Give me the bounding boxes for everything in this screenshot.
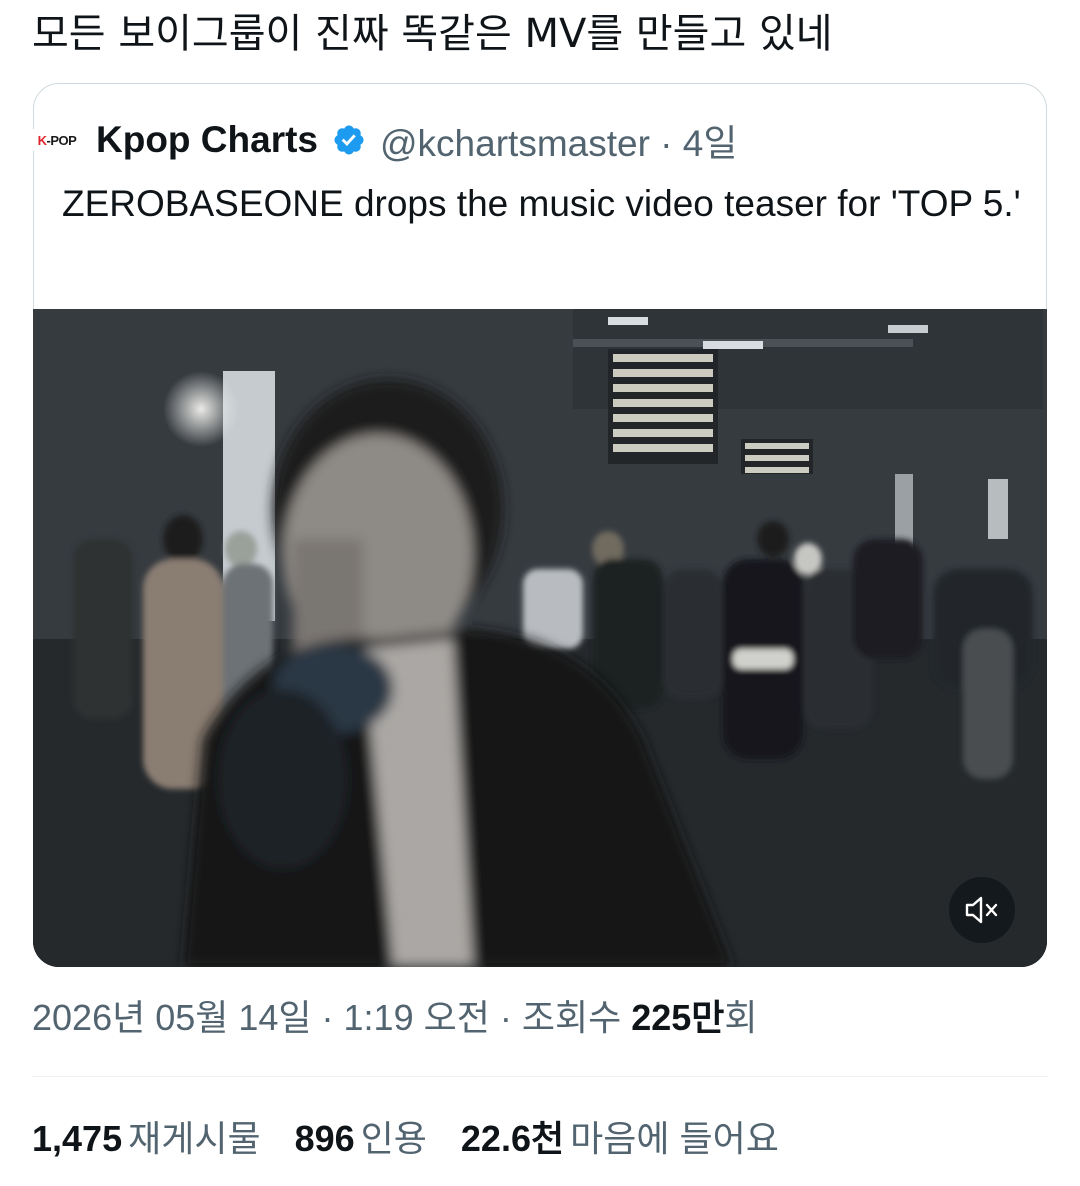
- reposts-label: 재게시물: [128, 1118, 261, 1159]
- video-player[interactable]: [33, 309, 1047, 967]
- reposts-stat[interactable]: 1,475 재게시물: [32, 1110, 261, 1162]
- quotes-stat[interactable]: 896 인용: [295, 1110, 427, 1162]
- avatar-text-k: K: [37, 132, 47, 148]
- avatar-text-rest: -POP: [46, 132, 77, 148]
- quotes-count: 896: [294, 1118, 355, 1159]
- verified-badge-icon: [334, 125, 364, 155]
- quoted-display-name[interactable]: Kpop Charts: [96, 119, 318, 161]
- quoted-handle-time[interactable]: @kchartsmaster · 4일: [380, 113, 737, 167]
- kpop-charts-avatar[interactable]: K -POP: [30, 129, 84, 151]
- tweet-timestamp-views: 2026년 05월 14일 · 1:19 오전 · 조회수 225만회: [32, 992, 758, 1044]
- reposts-count: 1,475: [32, 1118, 123, 1159]
- views-count: 225만: [631, 997, 725, 1038]
- speaker-muted-icon: [965, 896, 998, 924]
- quotes-label: 인용: [360, 1118, 427, 1159]
- quoted-tweet-header: K -POP Kpop Charts @kchartsmaster · 4일: [30, 112, 737, 168]
- mute-toggle-button[interactable]: [949, 877, 1015, 943]
- engagement-stats: 1,475 재게시물 896 인용 22.6천 마음에 들어요: [32, 1110, 813, 1162]
- views-suffix: 회: [724, 997, 758, 1038]
- quoted-tweet-text: ZEROBASEONE drops the music video teaser…: [62, 183, 1021, 224]
- likes-label: 마음에 들어요: [570, 1118, 779, 1159]
- video-frame: [33, 309, 1047, 967]
- likes-stat[interactable]: 22.6천 마음에 들어요: [461, 1110, 779, 1162]
- divider: [32, 1076, 1048, 1077]
- timestamp-text[interactable]: 2026년 05월 14일 · 1:19 오전 · 조회수: [32, 997, 631, 1038]
- likes-count: 22.6천: [460, 1118, 565, 1159]
- tweet-text: 모든 보이그룹이 진짜 똑같은 MV를 만들고 있네: [32, 11, 833, 57]
